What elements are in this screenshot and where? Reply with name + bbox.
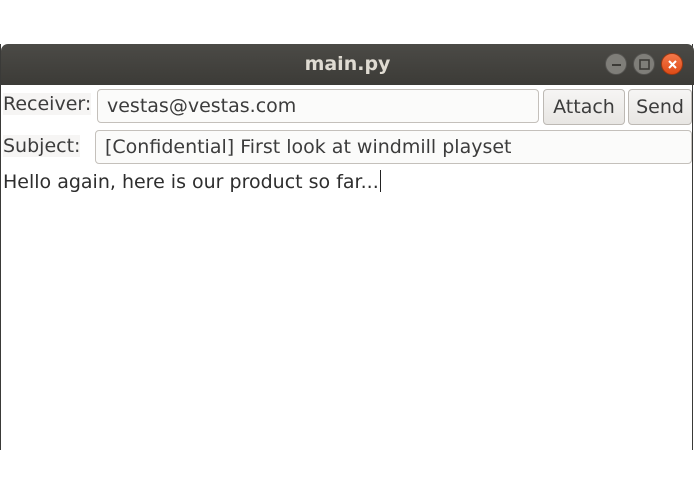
close-button[interactable] bbox=[661, 53, 683, 75]
receiver-input[interactable]: vestas@vestas.com bbox=[97, 89, 539, 123]
close-icon bbox=[668, 60, 677, 69]
title-bar[interactable]: main.py bbox=[1, 44, 694, 85]
minimize-button[interactable] bbox=[605, 53, 627, 75]
text-cursor bbox=[379, 170, 381, 192]
attach-button[interactable]: Attach bbox=[543, 89, 625, 125]
minimize-icon bbox=[612, 64, 621, 66]
window-title: main.py bbox=[304, 53, 391, 75]
message-body-text: Hello again, here is our product so far.… bbox=[3, 171, 379, 193]
send-button[interactable]: Send bbox=[628, 89, 692, 125]
maximize-icon bbox=[639, 59, 650, 70]
subject-label: Subject: bbox=[3, 135, 81, 157]
app-window: main.py Receiver: vestas@vestas.com Atta… bbox=[0, 44, 694, 450]
receiver-label: Receiver: bbox=[3, 93, 92, 115]
email-form: Receiver: vestas@vestas.com Attach Send … bbox=[1, 85, 692, 450]
maximize-button[interactable] bbox=[633, 53, 655, 75]
message-body-textarea[interactable]: Hello again, here is our product so far.… bbox=[3, 170, 381, 193]
subject-input[interactable]: [Confidential] First look at windmill pl… bbox=[95, 130, 692, 164]
